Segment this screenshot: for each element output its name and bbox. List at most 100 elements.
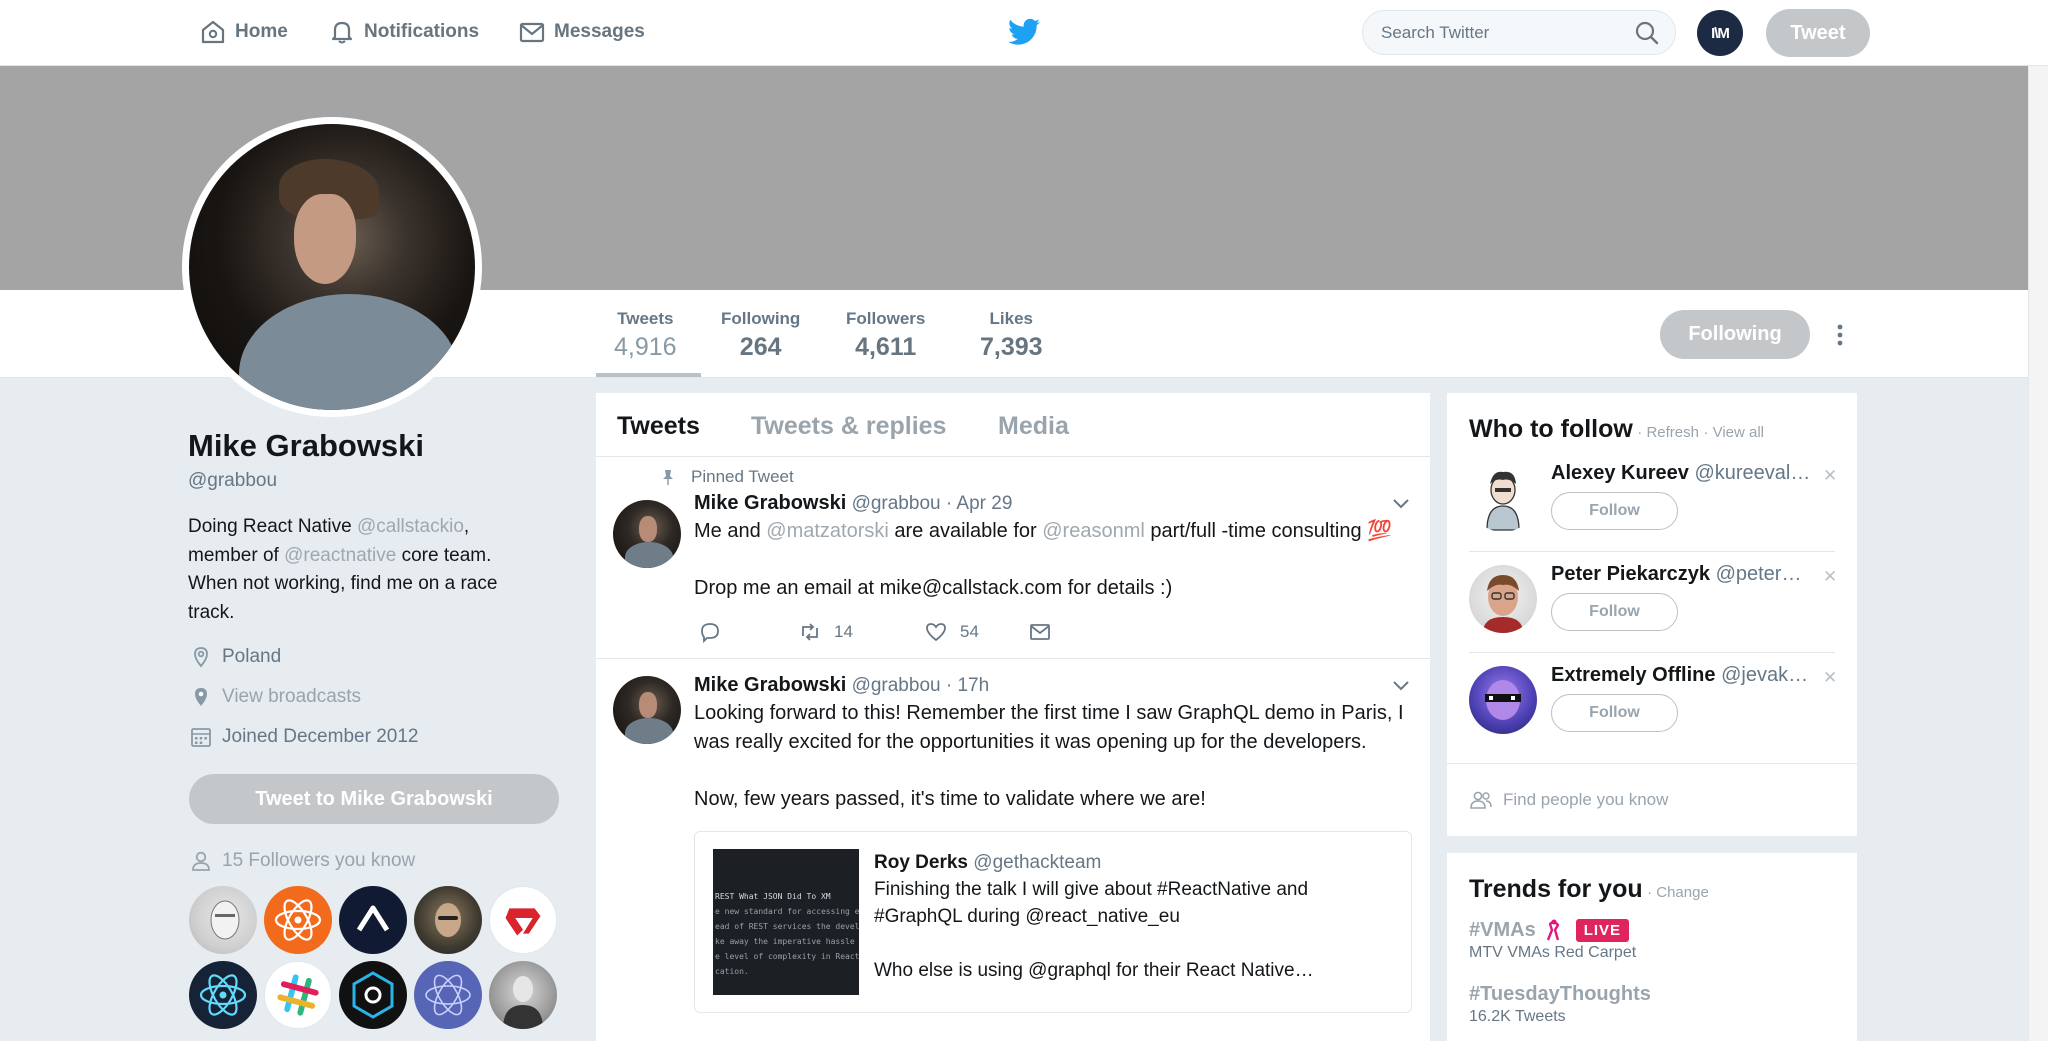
tweet[interactable]: Mike Grabowski @grabbou · 17h Looking fo… (596, 659, 1430, 1041)
pinned-label: Pinned Tweet (659, 467, 794, 487)
follower-avatar[interactable] (489, 961, 557, 1029)
trends-header: Trends for you · Change (1469, 875, 1709, 904)
user-name: Alexey Kureev (1551, 462, 1689, 484)
nav-home[interactable]: Home (199, 18, 288, 46)
suggested-user-name[interactable]: Peter Piekarczyk @peter… (1551, 563, 1801, 586)
tweet-text-part: Now, few years passed, it's time to vali… (694, 787, 1206, 810)
suggested-user[interactable]: Extremely Offline @jevak… Follow ✕ (1447, 652, 1857, 753)
stat-tweets[interactable]: Tweets 4,916 (614, 309, 677, 362)
more-options-icon[interactable] (1830, 320, 1850, 350)
follower-avatar[interactable] (339, 961, 407, 1029)
following-button[interactable]: Following (1660, 310, 1810, 359)
retweet-button[interactable]: 14 (798, 620, 924, 644)
envelope-icon (519, 22, 545, 43)
tweet-author-name[interactable]: Mike Grabowski (694, 674, 846, 696)
heart-icon (926, 623, 946, 642)
follow-button[interactable]: Follow (1551, 694, 1678, 732)
dismiss-icon[interactable]: ✕ (1823, 567, 1837, 587)
broadcast-pin-icon (195, 688, 207, 706)
tweet-author-avatar[interactable] (613, 676, 681, 744)
follower-avatar[interactable] (264, 961, 332, 1029)
find-people-link[interactable]: Find people you know (1469, 790, 1668, 810)
follower-avatar[interactable] (189, 886, 257, 954)
calendar-icon (191, 728, 211, 747)
search-input[interactable] (1362, 10, 1676, 55)
home-icon (201, 20, 225, 44)
follower-avatar[interactable] (264, 886, 332, 954)
tab-media[interactable]: Media (998, 412, 1069, 441)
follower-avatar[interactable] (489, 886, 557, 954)
quoted-tweet-card[interactable]: REST What JSON Did To XM e new standard … (694, 831, 1412, 1013)
follower-avatar[interactable] (414, 886, 482, 954)
tweet-mention[interactable]: @matzatorski (766, 520, 889, 542)
suggested-user[interactable]: Peter Piekarczyk @peter… Follow ✕ (1447, 551, 1857, 652)
trend-tag: #TuesdayThoughts (1469, 983, 1651, 1005)
profile-avatar[interactable] (182, 117, 482, 417)
suggested-user[interactable]: Alexey Kureev @kureeval… Follow ✕ (1447, 450, 1857, 551)
profile-name[interactable]: Mike Grabowski (188, 428, 424, 464)
direct-message-button[interactable] (1028, 620, 1052, 644)
follow-button[interactable]: Follow (1551, 492, 1678, 530)
tweet-time[interactable]: · Apr 29 (946, 493, 1013, 514)
compose-tweet-button[interactable]: Tweet (1766, 9, 1870, 57)
stat-followers[interactable]: Followers 4,611 (846, 309, 925, 362)
trend-item[interactable]: #TuesdayThoughts 16.2K Tweets (1469, 983, 1651, 1026)
refresh-link[interactable]: · Refresh (1637, 424, 1699, 441)
suggested-user-avatar[interactable] (1469, 666, 1537, 734)
profile-joined-date: Joined December 2012 (190, 726, 418, 748)
who-to-follow-header: Who to follow · Refresh · View all (1469, 415, 1764, 444)
trend-item[interactable]: #VMAs LIVE MTV VMAs Red Carpet (1469, 918, 1636, 962)
quoted-author-handle: @gethackteam (973, 852, 1102, 873)
who-to-follow-title: Who to follow (1469, 415, 1633, 443)
search-icon[interactable] (1634, 20, 1660, 46)
suggested-user-avatar[interactable] (1469, 565, 1537, 633)
tweet-author-name[interactable]: Mike Grabowski (694, 492, 846, 514)
bio-mention-reactnative[interactable]: @reactnative (284, 545, 396, 566)
view-all-link[interactable]: · View all (1703, 424, 1764, 441)
people-icon (1470, 791, 1492, 809)
follow-button[interactable]: Follow (1551, 593, 1678, 631)
nav-notifications[interactable]: Notifications (328, 18, 479, 46)
pinned-tweet[interactable]: Pinned Tweet Mike Grabowski @grabbou · A… (596, 457, 1430, 659)
dismiss-icon[interactable]: ✕ (1823, 466, 1837, 486)
twitter-bird-icon[interactable] (1008, 18, 1040, 46)
quoted-tweet-content: Roy Derks @gethackteam Finishing the tal… (874, 849, 1394, 984)
follower-avatar[interactable] (339, 886, 407, 954)
suggested-user-name[interactable]: Extremely Offline @jevak… (1551, 664, 1808, 687)
tweet-author-handle[interactable]: @grabbou (852, 675, 941, 696)
tweet-to-user-button[interactable]: Tweet to Mike Grabowski (189, 774, 559, 824)
suggested-user-name[interactable]: Alexey Kureev @kureeval… (1551, 462, 1810, 485)
tweet-author-handle[interactable]: @grabbou (852, 493, 941, 514)
hundred-emoji: 💯 (1367, 518, 1393, 542)
active-stat-underline (596, 373, 701, 377)
change-link[interactable]: · Change (1647, 884, 1709, 901)
tweet-mention[interactable]: @reasonml (1042, 520, 1145, 542)
like-button[interactable]: 54 (924, 620, 1028, 644)
like-count: 54 (960, 622, 979, 641)
scrollbar[interactable] (2028, 66, 2048, 1041)
stat-likes[interactable]: Likes 7,393 (980, 309, 1043, 362)
chevron-down-icon[interactable] (1392, 498, 1410, 510)
tab-tweets[interactable]: Tweets (617, 412, 700, 441)
code-slide: REST What JSON Did To XM e new standard … (715, 889, 859, 979)
chevron-down-icon[interactable] (1392, 680, 1410, 692)
stat-following[interactable]: Following 264 (721, 309, 800, 362)
dismiss-icon[interactable]: ✕ (1823, 668, 1837, 688)
nav-messages[interactable]: Messages (518, 18, 645, 46)
slide-title: REST What JSON Did To XM (715, 892, 831, 901)
tab-tweets-and-replies[interactable]: Tweets & replies (751, 412, 946, 441)
view-broadcasts-link[interactable]: View broadcasts (190, 686, 361, 708)
tweet-header: Mike Grabowski @grabbou · 17h (694, 674, 989, 697)
top-navigation-bar: Home Notifications Messages I\M Tweet (0, 0, 2048, 66)
followers-you-know-link[interactable]: 15 Followers you know (190, 850, 415, 872)
nav-messages-label: Messages (554, 21, 645, 42)
tweet-time[interactable]: · 17h (946, 675, 989, 696)
tweet-author-avatar[interactable] (613, 500, 681, 568)
reply-button[interactable] (698, 620, 798, 644)
suggested-user-avatar[interactable] (1469, 464, 1537, 532)
follower-avatar[interactable] (414, 961, 482, 1029)
bio-mention-callstackio[interactable]: @callstackio (357, 516, 464, 537)
follower-avatar[interactable] (189, 961, 257, 1029)
quoted-tweet-line1: Finishing the talk I will give about #Re… (874, 879, 1309, 927)
account-avatar[interactable]: I\M (1697, 10, 1743, 56)
